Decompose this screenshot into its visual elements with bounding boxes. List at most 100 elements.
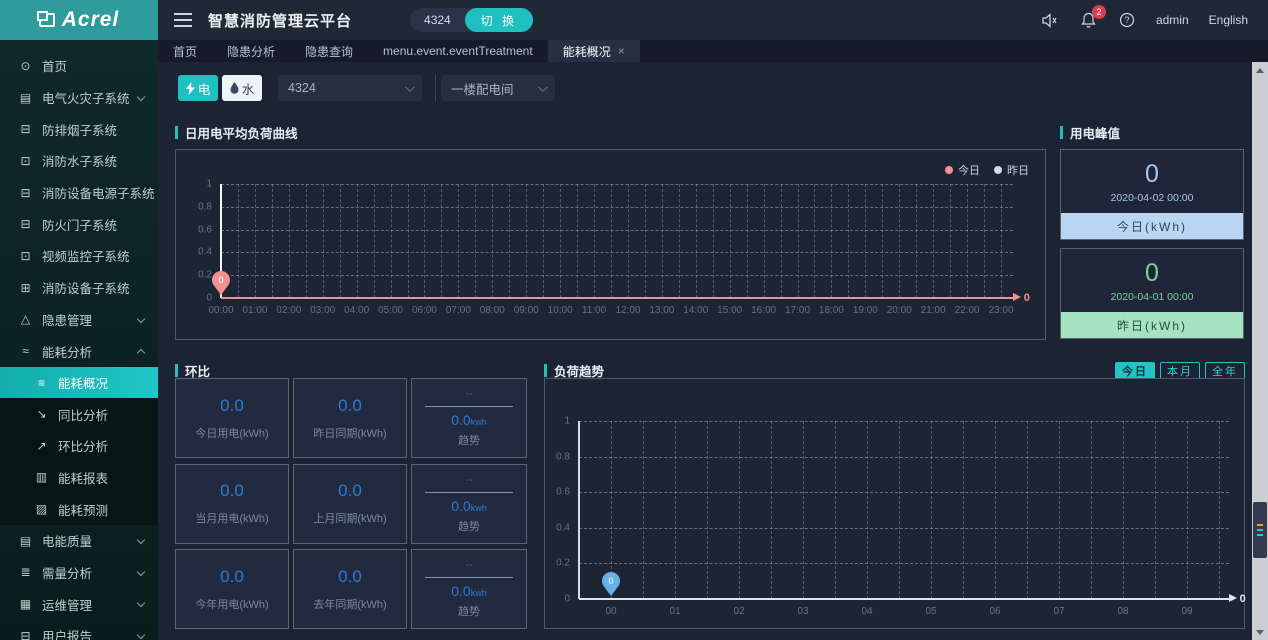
peak-value: 0 xyxy=(1145,160,1159,189)
legend-item-昨日[interactable]: 昨日 xyxy=(994,162,1029,178)
tab-home[interactable]: 首页 xyxy=(158,40,212,62)
water-filter-button[interactable]: 水 xyxy=(222,75,262,101)
scrollbar-up-arrow[interactable] xyxy=(1252,62,1268,77)
y-axis-tick-label: 0.2 xyxy=(198,270,212,281)
tab-event-treatment[interactable]: menu.event.eventTreatment xyxy=(368,40,548,62)
grid-line-vertical xyxy=(867,421,868,599)
electricity-filter-button[interactable]: 电 xyxy=(178,75,218,101)
electricity-filter-label: 电 xyxy=(198,79,211,98)
language-switch[interactable]: English xyxy=(1209,13,1248,27)
tab-hazard-analysis[interactable]: 隐患分析 xyxy=(212,40,290,62)
ring-card-label: 去年同期(kWh) xyxy=(313,596,386,612)
trend-value: 0.0kwh xyxy=(451,498,486,514)
grid-line-vertical xyxy=(916,184,917,298)
grid-line-vertical xyxy=(707,421,708,599)
sidebar-item-yoy-analysis[interactable]: ↘同比分析 xyxy=(0,398,158,430)
sidebar-item-home[interactable]: ⊙首页 xyxy=(0,50,158,82)
sidebar-item-equipment-power-system[interactable]: ⊟消防设备电源子系统 xyxy=(0,177,158,209)
sidebar-item-operations-management[interactable]: ▦运维管理 xyxy=(0,588,158,620)
grid-line-vertical xyxy=(357,184,358,298)
trend-dash: -- xyxy=(465,559,472,571)
sidebar-item-mom-analysis[interactable]: ↗环比分析 xyxy=(0,430,158,462)
grid-line-vertical xyxy=(831,184,832,298)
peak-card-label: 昨日(kWh) xyxy=(1061,312,1243,338)
grid-line-vertical xyxy=(340,184,341,298)
x-axis-tick-label: 01:00 xyxy=(242,305,267,316)
x-axis-tick-label: 02:00 xyxy=(276,305,301,316)
grid-line-vertical xyxy=(967,184,968,298)
grid-line-vertical xyxy=(814,184,815,298)
notification-badge: 2 xyxy=(1092,5,1106,19)
help-icon[interactable]: ? xyxy=(1118,11,1136,29)
scrollbar-down-arrow[interactable] xyxy=(1252,625,1268,640)
y-axis-tick-label: 0.8 xyxy=(556,451,570,462)
x-axis-tick-label: 12:00 xyxy=(615,305,640,316)
tab-label: 隐患查询 xyxy=(305,43,353,60)
grid-line-vertical xyxy=(1091,421,1092,599)
x-axis-tick-label: 20:00 xyxy=(887,305,912,316)
x-axis-tick-label: 05 xyxy=(925,606,936,617)
room-select[interactable]: 一楼配电间 xyxy=(441,75,555,101)
menu-fold-icon[interactable] xyxy=(174,13,192,27)
grid-line-vertical xyxy=(931,421,932,599)
close-tab-icon[interactable]: × xyxy=(618,45,625,57)
notification-bell-icon[interactable]: 2 xyxy=(1080,11,1098,29)
legend-dot-icon xyxy=(994,166,1002,174)
grid-icon: ▦ xyxy=(18,597,33,611)
sidebar-item-fire-equipment-system[interactable]: ⊞消防设备子系统 xyxy=(0,272,158,304)
y-axis-line xyxy=(578,421,580,599)
legend-item-今日[interactable]: 今日 xyxy=(945,162,980,178)
sidebar-item-video-monitoring-system[interactable]: ⊡视频监控子系统 xyxy=(0,240,158,272)
sidebar-item-energy-report[interactable]: ▥能耗报表 xyxy=(0,462,158,494)
project-pill: 4324 切 换 xyxy=(410,8,533,32)
scrollbar-thumb[interactable] xyxy=(1253,502,1267,558)
chevron-down-icon xyxy=(137,599,145,607)
title-accent-bar xyxy=(175,126,178,139)
sidebar-item-energy-overview[interactable]: ≡能耗概况 xyxy=(0,367,158,399)
grid-line-vertical xyxy=(803,421,804,599)
grid-line-vertical xyxy=(391,184,392,298)
grid-line-vertical xyxy=(995,421,996,599)
grid-line-vertical xyxy=(611,184,612,298)
sidebar-item-electrical-fire-system[interactable]: ▤ 电气火灾子系统 xyxy=(0,82,158,114)
daily-curve-section-title: 日用电平均负荷曲线 xyxy=(175,123,298,142)
y-axis-tick-label: 0 xyxy=(206,293,212,304)
x-axis-end-label: 0 xyxy=(1024,292,1030,304)
grid-line-vertical xyxy=(1001,184,1002,298)
ring-card-label: 当月用电(kWh) xyxy=(195,510,268,526)
sidebar-item-demand-analysis[interactable]: ≣需量分析 xyxy=(0,557,158,589)
peak-timestamp: 2020-04-01 00:00 xyxy=(1111,291,1194,303)
ring-value-card: 0.0昨日同期(kWh) xyxy=(293,378,407,458)
sidebar-item-fire-water-system[interactable]: ⊡消防水子系统 xyxy=(0,145,158,177)
x-axis-arrow-icon xyxy=(1229,594,1237,602)
ring-value-card: 0.0今年用电(kWh) xyxy=(175,549,289,629)
sidebar-item-energy-forecast[interactable]: ▨能耗预测 xyxy=(0,493,158,525)
sidebar-item-power-quality[interactable]: ▤电能质量 xyxy=(0,525,158,557)
sidebar-item-smoke-exhaust-system[interactable]: ⊟防排烟子系统 xyxy=(0,113,158,145)
tab-energy-overview[interactable]: 能耗概况× xyxy=(548,40,640,62)
sidebar-item-energy-analysis[interactable]: ≈能耗分析 xyxy=(0,335,158,367)
sound-icon[interactable] xyxy=(1042,11,1060,29)
x-axis-tick-label: 10:00 xyxy=(548,305,573,316)
vertical-scrollbar[interactable] xyxy=(1252,62,1268,640)
app-title: 智慧消防管理云平台 xyxy=(208,10,352,31)
sidebar-item-label: 电气火灾子系统 xyxy=(42,88,130,107)
warning-triangle-icon: △ xyxy=(18,312,33,326)
username[interactable]: admin xyxy=(1156,13,1189,27)
switch-project-button[interactable]: 切 换 xyxy=(465,8,533,32)
sidebar-item-fire-door-system[interactable]: ⊟防火门子系统 xyxy=(0,208,158,240)
sidebar-item-hazard-management[interactable]: △隐患管理 xyxy=(0,304,158,336)
sidebar-item-label: 消防水子系统 xyxy=(42,151,117,170)
logo-text: Acrel xyxy=(62,8,120,32)
chart-icon: ▤ xyxy=(18,91,33,105)
trend-dash: -- xyxy=(465,474,472,486)
grid-line-vertical xyxy=(899,421,900,599)
trend-label: 趋势 xyxy=(458,432,480,448)
svg-text:?: ? xyxy=(1124,15,1129,25)
trend-divider xyxy=(425,492,514,493)
y-axis-tick-label: 0.2 xyxy=(556,558,570,569)
sidebar-item-user-report[interactable]: ⊟用户报告 xyxy=(0,620,158,640)
tab-hazard-query[interactable]: 隐患查询 xyxy=(290,40,368,62)
grid-line-vertical xyxy=(1155,421,1156,599)
project-select[interactable]: 4324 xyxy=(278,75,422,101)
